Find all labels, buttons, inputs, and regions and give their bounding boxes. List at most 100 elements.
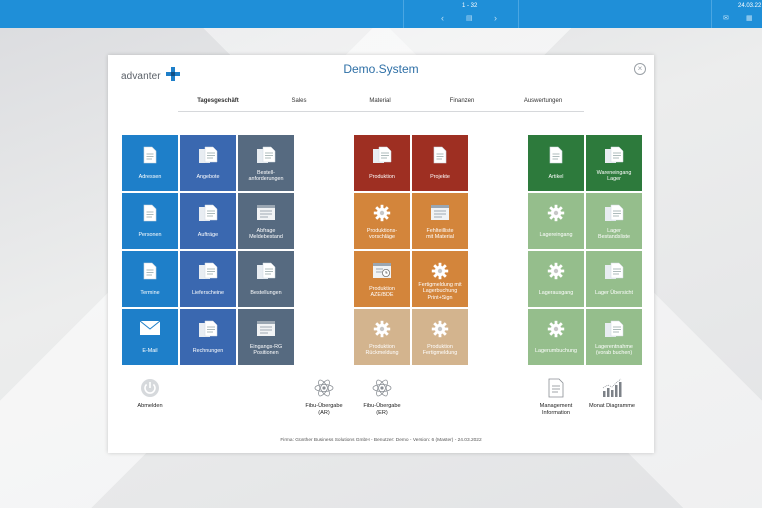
tile-produktionsvorschlaege[interactable]: Produktions-vorschläge bbox=[354, 193, 410, 249]
document-icon bbox=[122, 262, 178, 282]
tile-label-line: vorschläge bbox=[368, 234, 396, 241]
tile-label: Produktion bbox=[356, 174, 408, 180]
mail-icon bbox=[122, 320, 178, 340]
chevron-right-icon[interactable]: › bbox=[494, 14, 497, 23]
tab-auswertungen[interactable]: Auswertungen bbox=[524, 98, 562, 104]
atom-icon bbox=[294, 377, 354, 399]
bottom-label: Fibu-Übergabe (AR) bbox=[294, 403, 354, 417]
tile-label-line: anforderungen bbox=[248, 176, 284, 183]
tile-label: Produktions-vorschläge bbox=[356, 228, 408, 241]
tile-rechnungen[interactable]: Rechnungen bbox=[180, 309, 236, 365]
tile-lagerumbuchung[interactable]: Lagerumbuchung bbox=[528, 309, 584, 365]
documents-icon bbox=[180, 320, 236, 340]
tile-lagerausgang[interactable]: Lagerausgang bbox=[528, 251, 584, 307]
documents-icon bbox=[354, 146, 410, 166]
main-panel: advanter Demo.System × Tagesgeschäft Sale… bbox=[108, 55, 654, 453]
tab-tagesgesch-ft[interactable]: Tagesgeschäft bbox=[197, 98, 239, 104]
tile-auftraege[interactable]: Aufträge bbox=[180, 193, 236, 249]
documents-icon bbox=[586, 320, 642, 340]
chevron-left-icon[interactable]: ‹ bbox=[441, 14, 444, 23]
monat-diagramme-button[interactable]: Monat Diagramme bbox=[582, 377, 642, 410]
tile-produktion-rueckmeldung[interactable]: Produktion Rückmeldung bbox=[354, 309, 410, 365]
tile-email[interactable]: E-Mail bbox=[122, 309, 178, 365]
tile-bestellungen[interactable]: Bestellungen bbox=[238, 251, 294, 307]
tile-label-line: Projekte bbox=[430, 174, 450, 180]
tile-label-line: Bestellungen bbox=[250, 290, 282, 296]
tile-label: Produktion Fertigmeldung bbox=[414, 344, 466, 357]
tile-label-line: Fertigmeldung bbox=[422, 350, 458, 357]
gear-icon bbox=[354, 204, 410, 224]
tile-artikel[interactable]: Artikel bbox=[528, 135, 584, 191]
list-icon[interactable]: ▤ bbox=[466, 14, 473, 23]
atom-icon bbox=[352, 377, 412, 399]
mail-icon[interactable]: ✉ bbox=[723, 14, 729, 23]
close-button[interactable]: × bbox=[634, 63, 646, 75]
tile-lager-uebersicht[interactable]: Lager Übersicht bbox=[586, 251, 642, 307]
fibu-uebergabe-ar-button[interactable]: Fibu-Übergabe (AR) bbox=[294, 377, 354, 417]
bar-chart-icon bbox=[582, 377, 642, 399]
tile-label-line: Lagereingang bbox=[539, 232, 573, 238]
tile-label: Bestell-anforderungen bbox=[240, 170, 292, 183]
tile-lieferscheine[interactable]: Lieferscheine bbox=[180, 251, 236, 307]
tile-eingangs-rg-positionen[interactable]: Eingangs-RG Positionen bbox=[238, 309, 294, 365]
tab-finanzen[interactable]: Finanzen bbox=[450, 98, 475, 104]
tile-label: Angebote bbox=[182, 174, 234, 180]
tile-produktion[interactable]: Produktion bbox=[354, 135, 410, 191]
window-title: Demo.System bbox=[343, 62, 419, 76]
document-icon bbox=[122, 204, 178, 224]
tile-label: Lager Bestandsliste bbox=[588, 228, 640, 241]
tile-label-line: Lager Übersicht bbox=[594, 290, 634, 296]
tile-lager-bestandsliste[interactable]: Lager Bestandsliste bbox=[586, 193, 642, 249]
tile-label: Lagerausgang bbox=[530, 290, 582, 296]
tile-label: E-Mail bbox=[124, 348, 176, 354]
tile-produktion-aze-bde[interactable]: Produktion AZE/BDE bbox=[354, 251, 410, 307]
tile-label-line: Produktion bbox=[369, 174, 395, 180]
tile-label-line: E-Mail bbox=[142, 348, 158, 354]
tile-label-line: (vorab buchen) bbox=[595, 350, 633, 357]
tile-label-line: Meldebestand bbox=[249, 234, 283, 241]
tile-label-line: Lager bbox=[607, 176, 621, 183]
tile-projekte[interactable]: Projekte bbox=[412, 135, 468, 191]
tile-label-line: Personen bbox=[138, 232, 162, 238]
clock-form-icon bbox=[354, 262, 410, 282]
bottom-label-line: Information bbox=[542, 410, 570, 416]
tile-adressen[interactable]: Adressen bbox=[122, 135, 178, 191]
tile-label-line: AZE/BDE bbox=[370, 292, 394, 299]
documents-icon bbox=[586, 146, 642, 166]
gear-icon bbox=[412, 262, 468, 282]
tile-label: Abfrage Meldebestand bbox=[240, 228, 292, 241]
tile-label: Lagereingang bbox=[530, 232, 582, 238]
abmelden-button[interactable]: Abmelden bbox=[120, 377, 180, 410]
documents-icon bbox=[180, 262, 236, 282]
tile-personen[interactable]: Personen bbox=[122, 193, 178, 249]
tile-label-line: Lagerausgang bbox=[538, 290, 574, 296]
footer-info: Firma: Günther Business Solutions GmbH -… bbox=[280, 438, 482, 443]
tile-bestellanforderungen[interactable]: Bestell-anforderungen bbox=[238, 135, 294, 191]
tile-lagereingang[interactable]: Lagereingang bbox=[528, 193, 584, 249]
tile-label: Produktion Rückmeldung bbox=[356, 344, 408, 357]
tile-label: Lagerentnahme (vorab buchen) bbox=[588, 344, 640, 357]
tile-termine[interactable]: Termine bbox=[122, 251, 178, 307]
report-icon bbox=[526, 377, 586, 399]
tile-produktion-fertigmeldung[interactable]: Produktion Fertigmeldung bbox=[412, 309, 468, 365]
tile-wareneingang-lager[interactable]: Wareneingang Lager bbox=[586, 135, 642, 191]
tile-abfrage-meldebestand[interactable]: Abfrage Meldebestand bbox=[238, 193, 294, 249]
date-display: 24.03.22 bbox=[738, 3, 762, 9]
tile-label: Eingangs-RG Positionen bbox=[240, 344, 292, 357]
management-information-button[interactable]: Management Information bbox=[526, 377, 586, 417]
gear-icon bbox=[354, 320, 410, 340]
tile-label-line: Positionen bbox=[253, 350, 279, 357]
tile-label: Bestellungen bbox=[240, 290, 292, 296]
pager-segment bbox=[403, 0, 519, 28]
tile-label-line: Print+Sign bbox=[427, 294, 453, 301]
tile-fertigmeldung-lagerbuchung[interactable]: Fertigmeldung mit Lagerbuchung Print+Sign bbox=[412, 251, 468, 307]
documents-icon bbox=[180, 204, 236, 224]
fibu-uebergabe-er-button[interactable]: Fibu-Übergabe (ER) bbox=[352, 377, 412, 417]
calendar-icon[interactable]: ▦ bbox=[746, 14, 753, 23]
tab-material[interactable]: Material bbox=[369, 98, 390, 104]
tab-sales[interactable]: Sales bbox=[291, 98, 306, 104]
tile-angebote[interactable]: Angebote bbox=[180, 135, 236, 191]
tile-fehlteilliste[interactable]: Fehlteilliste mit Material bbox=[412, 193, 468, 249]
tile-lagerentnahme[interactable]: Lagerentnahme (vorab buchen) bbox=[586, 309, 642, 365]
tile-label-line: Angebote bbox=[196, 174, 220, 180]
